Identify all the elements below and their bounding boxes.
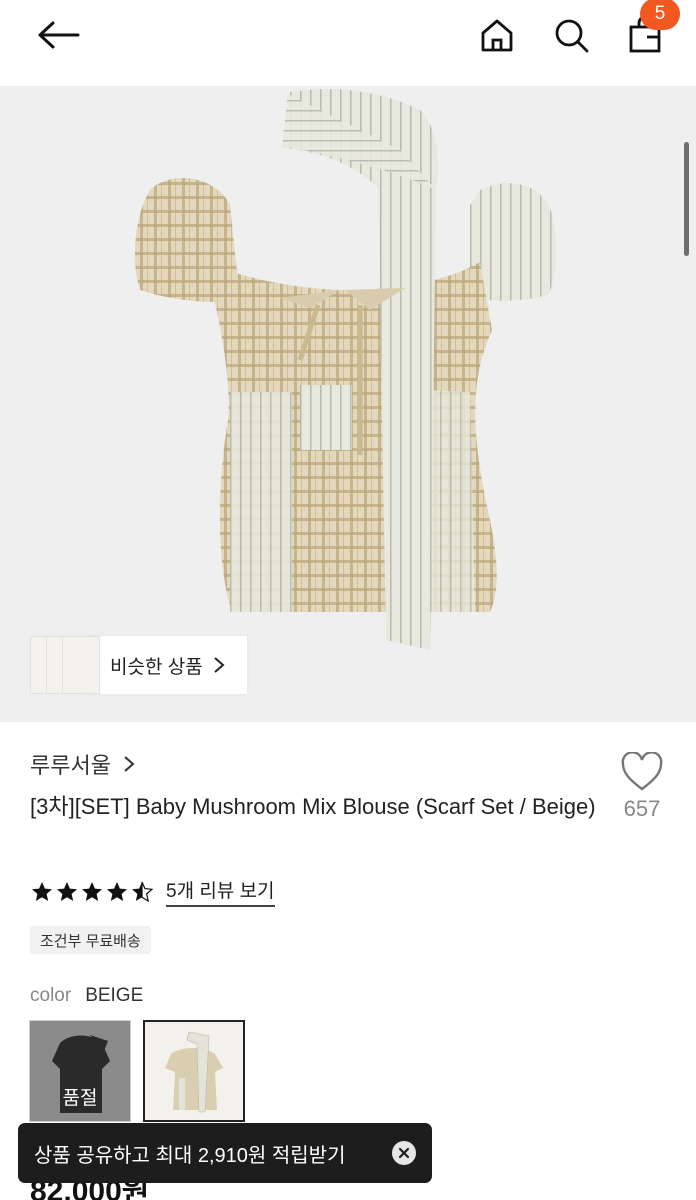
home-icon: [481, 19, 513, 52]
back-button[interactable]: [30, 12, 86, 58]
search-button[interactable]: [548, 12, 594, 58]
product-image: [134, 89, 557, 651]
color-selector-header: color BEIGE: [30, 985, 143, 1007]
shipping-tag: 조건부 무료배송: [30, 926, 151, 954]
brand-link[interactable]: 루루서울: [30, 748, 135, 780]
top-header: 5: [0, 0, 696, 86]
share-reward-toast[interactable]: 상품 공유하고 최대 2,910원 적립받기: [18, 1123, 432, 1183]
close-icon: [398, 1147, 410, 1159]
home-button[interactable]: [474, 12, 520, 58]
color-label: color: [30, 985, 72, 1006]
toast-close-button[interactable]: [392, 1141, 416, 1165]
star-icon: [107, 881, 127, 901]
star-icon: [57, 881, 77, 901]
chevron-right-icon: [124, 756, 135, 772]
image-scrollbar[interactable]: [684, 142, 689, 256]
toast-message: 상품 공유하고 최대 2,910원 적립받기: [34, 1144, 346, 1167]
star-half-icon: [132, 881, 154, 902]
soldout-label: 품절: [62, 1088, 98, 1109]
heart-icon: [621, 752, 663, 791]
arrow-left-icon: [38, 21, 80, 49]
color-value: BEIGE: [85, 985, 144, 1006]
product-title: [3차][SET] Baby Mushroom Mix Blouse (Scar…: [30, 794, 596, 819]
product-image-carousel[interactable]: [0, 86, 696, 722]
like-button[interactable]: 657: [612, 752, 672, 822]
similar-thumbnail: [62, 636, 100, 694]
star-rating: [30, 880, 154, 904]
similar-thumbnails: [26, 636, 100, 694]
cart-count-badge: 5: [640, 0, 680, 30]
similar-products-button[interactable]: 비슷한 상품: [26, 636, 247, 694]
review-link[interactable]: 5개 리뷰 보기: [166, 876, 275, 907]
similar-products-pill[interactable]: 비슷한 상품: [86, 636, 247, 694]
swatch-image: [165, 1031, 223, 1113]
chevron-right-icon: [214, 657, 225, 673]
star-icon: [82, 881, 102, 901]
brand-name: 루루서울: [30, 753, 111, 778]
search-icon: [555, 19, 589, 53]
color-swatch-beige[interactable]: [143, 1020, 245, 1122]
star-icon: [32, 881, 52, 901]
color-swatch-black[interactable]: 품절: [29, 1020, 131, 1122]
like-count: 657: [623, 796, 661, 821]
rating-row: 5개 리뷰 보기: [30, 876, 275, 907]
similar-products-label: 비슷한 상품: [110, 656, 203, 678]
